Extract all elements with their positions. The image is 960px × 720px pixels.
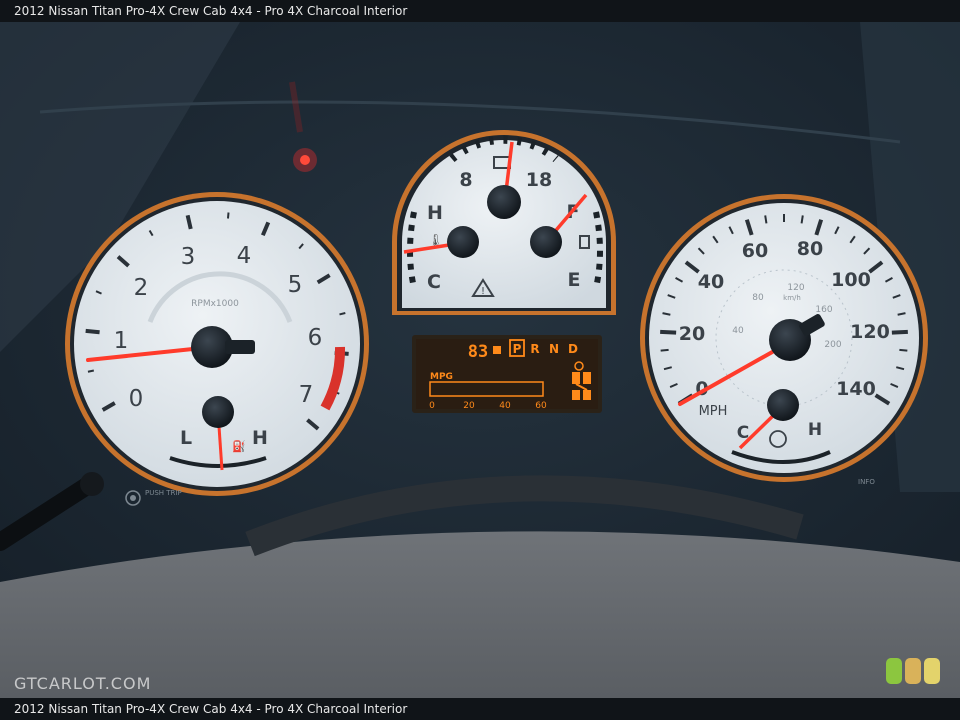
mph-100: 100	[831, 269, 871, 291]
mph-20: 20	[679, 323, 705, 345]
gauge-tick	[339, 312, 346, 316]
tach-number-4: 4	[237, 243, 252, 269]
mpg-scale-20: 20	[463, 401, 475, 411]
tach-number-6: 6	[308, 325, 323, 351]
fuel-empty-label: E	[568, 269, 581, 291]
gauge-tick	[660, 329, 677, 335]
mph-80: 80	[797, 238, 823, 260]
gauge-tick	[85, 328, 100, 335]
info-button-label[interactable]: INFO	[858, 478, 875, 486]
kmh-unit: km/h	[783, 294, 801, 302]
temp-high-label: H	[427, 202, 443, 224]
mpg-scale-0: 0	[429, 401, 435, 411]
instrument-cluster-photo: RPMx1000 0 1 2 3 4 5 6 7 L H ⛽ 8 18 H C …	[0, 22, 960, 698]
info-display: 83 P R N D MPG 0 20 40 60	[412, 335, 602, 413]
mph-140: 140	[836, 378, 876, 400]
gauge-tick	[800, 215, 804, 224]
tachometer: RPMx1000 0 1 2 3 4 5 6 7 L H ⛽	[65, 192, 369, 496]
mph-60: 60	[742, 240, 768, 262]
speedometer: 0 20 40 60 80 100 120 140 40 80 120 160 …	[640, 194, 928, 482]
gauge-tick	[87, 369, 95, 373]
mph-unit: MPH	[699, 404, 728, 419]
volt-low-label: 8	[459, 169, 472, 191]
mph-40: 40	[698, 271, 724, 293]
oil-can-icon: ⛽	[232, 440, 246, 453]
gauge-tick	[899, 348, 908, 352]
mpg-label: MPG	[430, 372, 453, 382]
caption-bottom: 2012 Nissan Titan Pro-4X Crew Cab 4x4 - …	[0, 698, 960, 720]
push-trip-label: PUSH TRIP	[145, 489, 182, 497]
mph-120: 120	[850, 321, 890, 343]
oil-low-label: L	[180, 427, 192, 449]
gear-p: P	[513, 342, 522, 356]
gauge-tick	[891, 329, 908, 335]
odometer-value: 83	[468, 342, 488, 362]
kmh-120: 120	[787, 283, 804, 293]
tach-number-0: 0	[129, 386, 144, 412]
trans-temp-high-label: H	[808, 420, 822, 440]
oil-high-label: H	[252, 427, 268, 449]
tach-number-7: 7	[299, 382, 314, 408]
tach-unit-label: RPMx1000	[191, 299, 239, 309]
traffic-light-logo	[886, 658, 940, 684]
kmh-160: 160	[815, 305, 832, 315]
tach-number-5: 5	[288, 272, 303, 298]
tach-number-1: 1	[114, 328, 129, 354]
tach-number-2: 2	[134, 275, 149, 301]
watermark-logo: GTCARLOT.COM	[14, 674, 152, 693]
kmh-40: 40	[732, 326, 744, 336]
gauge-tick	[660, 348, 669, 352]
tach-number-3: 3	[181, 244, 196, 270]
volt-high-label: 18	[526, 169, 552, 191]
gear-d: D	[568, 342, 578, 356]
mpg-scale-60: 60	[535, 401, 547, 411]
kmh-200: 200	[824, 340, 841, 350]
gear-n: N	[549, 342, 559, 356]
gear-r: R	[530, 342, 539, 356]
mpg-scale-40: 40	[499, 401, 511, 411]
caption-top: 2012 Nissan Titan Pro-4X Crew Cab 4x4 - …	[0, 0, 960, 22]
svg-text:!: !	[481, 286, 485, 297]
gauge-tick	[764, 215, 768, 224]
gauge-tick	[226, 212, 230, 219]
temp-low-label: C	[427, 271, 441, 293]
seatbelt-warning-icon	[300, 155, 310, 165]
kmh-80: 80	[752, 293, 764, 303]
